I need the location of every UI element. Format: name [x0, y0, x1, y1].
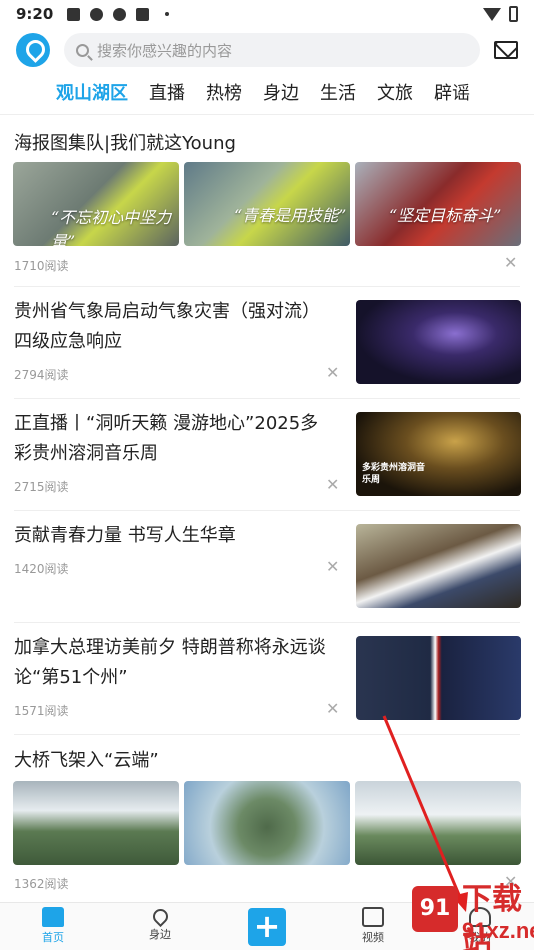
article-title: 贵州省气象局启动气象灾害（强对流）四级应急响应: [14, 301, 320, 352]
search-input[interactable]: 搜索你感兴趣的内容: [64, 33, 480, 67]
list-item[interactable]: 海报图集队|我们就这Young “不忘初心中坚力量” “青春是用技能” “坚定目…: [0, 115, 534, 287]
close-icon[interactable]: ✕: [326, 699, 339, 718]
watermark-badge: 91: [412, 886, 458, 932]
read-count: 1710阅读: [14, 259, 69, 273]
close-icon[interactable]: ✕: [326, 363, 339, 382]
status-bar: 9:20: [0, 0, 534, 28]
read-count: 1420阅读: [14, 562, 69, 576]
article-title: 正直播丨“洞听天籁 漫游地心”2025多彩贵州溶洞音乐周: [14, 413, 319, 464]
status-time: 9:20: [16, 5, 54, 23]
battery-icon: [509, 6, 518, 22]
message-icon[interactable]: [494, 41, 518, 59]
nav-nearby-label: 身边: [149, 928, 171, 941]
close-icon[interactable]: ✕: [326, 475, 339, 494]
article-title: 大桥飞架入“云端”: [14, 750, 159, 771]
search-icon: [76, 43, 89, 57]
article-title: 加拿大总理访美前夕 特朗普称将永远谈论“第51个州”: [14, 637, 326, 688]
list-item[interactable]: 贵州省气象局启动气象灾害（强对流）四级应急响应 2794阅读 ✕: [0, 287, 534, 399]
read-count: 1362阅读: [14, 877, 69, 891]
tab-hot[interactable]: 热榜: [206, 79, 242, 105]
tab-rumor[interactable]: 辟谣: [434, 79, 470, 105]
nav-nearby[interactable]: 身边: [130, 905, 190, 942]
channel-tabs: 观山湖区 直播 热榜 身边 生活 文旅 辟谣: [0, 74, 534, 110]
list-item[interactable]: 正直播丨“洞听天籁 漫游地心”2025多彩贵州溶洞音乐周 2715阅读 ✕ 多彩…: [0, 399, 534, 511]
article-image: [356, 300, 521, 384]
image-caption: “青春是用技能”: [234, 206, 347, 225]
app-logo-icon[interactable]: [16, 33, 50, 67]
app-notification-icon: [113, 7, 127, 21]
article-title: 海报图集队|我们就这Young: [14, 133, 236, 154]
nav-video-label: 视频: [362, 931, 384, 944]
read-count: 1571阅读: [14, 704, 69, 718]
video-icon: [362, 907, 384, 927]
article-image: [184, 781, 350, 865]
article-image: [356, 524, 521, 608]
close-icon[interactable]: ✕: [504, 253, 517, 272]
article-image: “坚定目标奋斗”: [355, 162, 521, 246]
wifi-icon: [483, 7, 501, 21]
search-placeholder: 搜索你感兴趣的内容: [97, 41, 233, 60]
article-image: [13, 781, 179, 865]
list-item[interactable]: 贡献青春力量 书写人生华章 1420阅读 ✕: [0, 511, 534, 623]
read-count: 2715阅读: [14, 480, 69, 494]
notification-icon: [67, 7, 81, 21]
nav-home[interactable]: 首页: [23, 907, 83, 945]
watermark-url: 91xz.net: [462, 918, 534, 943]
article-image: “不忘初心中坚力量”: [13, 162, 179, 246]
location-icon: [149, 905, 171, 928]
list-item[interactable]: 加拿大总理访美前夕 特朗普称将永远谈论“第51个州” 1571阅读 ✕: [0, 623, 534, 735]
nav-video[interactable]: 视频: [343, 907, 403, 945]
article-image: [356, 636, 521, 720]
article-image: [355, 781, 521, 865]
article-image: 多彩贵州溶洞音乐周: [356, 412, 521, 496]
read-count: 2794阅读: [14, 368, 69, 382]
tab-life[interactable]: 生活: [320, 79, 356, 105]
article-image: “青春是用技能”: [184, 162, 350, 246]
image-caption: “坚定目标奋斗”: [389, 206, 502, 225]
image-caption: 多彩贵州溶洞音乐周: [362, 463, 426, 485]
tab-live[interactable]: 直播: [149, 79, 185, 105]
tab-nearby[interactable]: 身边: [263, 79, 299, 105]
app-notification-icon: [90, 7, 104, 21]
app-header: 搜索你感兴趣的内容: [0, 30, 534, 70]
home-icon: [42, 907, 64, 927]
nav-home-label: 首页: [42, 931, 64, 944]
tab-culture-travel[interactable]: 文旅: [377, 79, 413, 105]
publish-button[interactable]: +: [248, 908, 286, 946]
more-notifications-icon: [165, 12, 170, 16]
notification-icon: [136, 7, 150, 21]
image-caption: “不忘初心中坚力量”: [51, 208, 172, 246]
tab-guanshanhu[interactable]: 观山湖区: [56, 79, 128, 105]
article-title: 贡献青春力量 书写人生华章: [14, 525, 236, 546]
watermark-logo: 91 下载站 91xz.net: [412, 872, 534, 950]
close-icon[interactable]: ✕: [326, 557, 339, 576]
